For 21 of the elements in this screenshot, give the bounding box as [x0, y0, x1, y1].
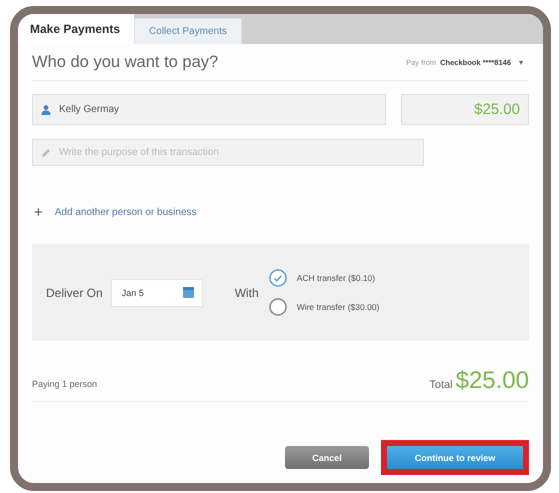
- calendar-icon[interactable]: [182, 287, 194, 298]
- form-heading: Who do you want to pay?: [32, 52, 218, 72]
- radio-button[interactable]: [268, 298, 287, 316]
- add-payee-link[interactable]: + Add another person or business: [32, 200, 197, 224]
- deliver-on-label: Deliver On: [46, 286, 103, 300]
- radio-label: Wire transfer ($30.00): [296, 302, 380, 312]
- payee-count: Paying 1 person: [32, 379, 98, 389]
- radio-label: ACH transfer ($0.10): [296, 273, 376, 283]
- with-label: With: [234, 286, 259, 300]
- total-amount: $25.00: [456, 367, 529, 395]
- cancel-button[interactable]: Cancel: [285, 446, 369, 469]
- total-label: Total: [429, 379, 453, 391]
- person-icon: [41, 104, 51, 114]
- tab[interactable]: Make Payments: [18, 14, 134, 44]
- payee-field[interactable]: Kelly Germay: [32, 94, 386, 125]
- continue-button[interactable]: Continue to review: [387, 446, 523, 469]
- caret-icon[interactable]: ▾: [519, 58, 523, 66]
- tab[interactable]: Collect Payments: [134, 18, 242, 44]
- pencil-icon: [41, 148, 51, 158]
- radio-button[interactable]: [268, 269, 287, 287]
- date-field[interactable]: Jan 5: [110, 278, 203, 306]
